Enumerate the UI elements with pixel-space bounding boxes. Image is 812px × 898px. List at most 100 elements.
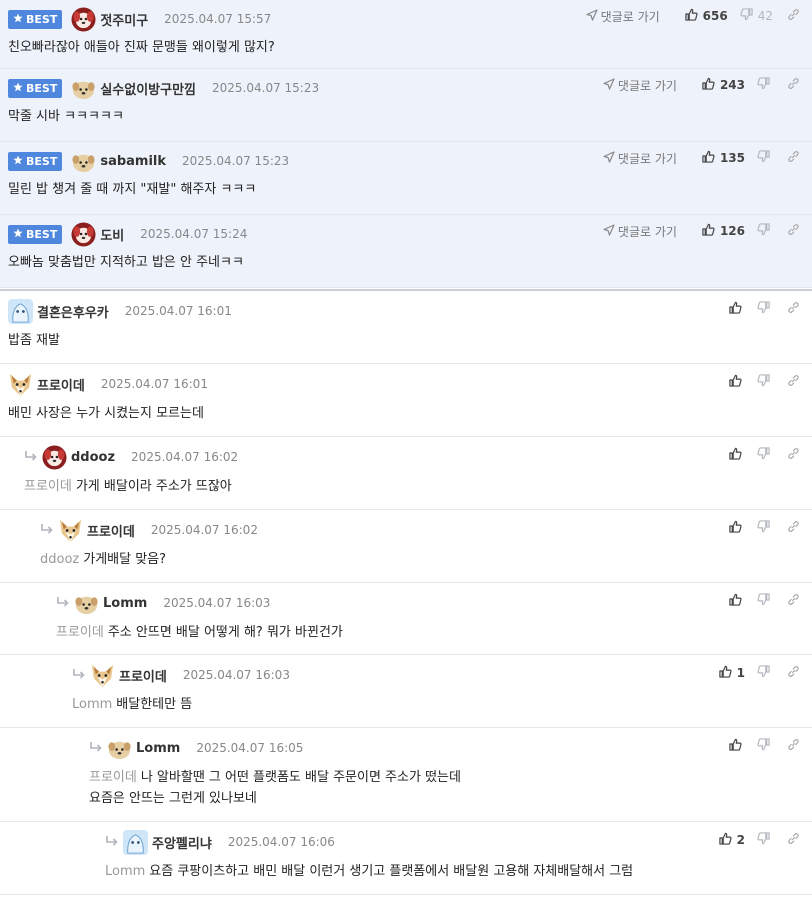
upvote-count: 2 xyxy=(736,833,745,847)
upvote-count: 1 xyxy=(736,666,745,680)
avatar[interactable] xyxy=(42,444,67,470)
downvote-button[interactable] xyxy=(757,738,773,754)
thumbs-down-icon xyxy=(757,447,773,463)
avatar[interactable] xyxy=(8,372,33,397)
share-link-button[interactable] xyxy=(787,374,800,391)
downvote-button[interactable] xyxy=(757,223,773,239)
reply-mention[interactable]: Lomm xyxy=(105,864,145,879)
share-link-button[interactable] xyxy=(787,832,800,849)
goto-comment-link[interactable]: 댓글로 가기 xyxy=(603,77,677,94)
share-link-button[interactable] xyxy=(787,8,800,25)
reply-mention[interactable]: Lomm xyxy=(72,697,112,712)
share-link-button[interactable] xyxy=(787,301,800,318)
comment-time: 2025.04.07 15:23 xyxy=(212,81,320,95)
author-nickname[interactable]: 젓주미구 xyxy=(100,10,148,29)
reply-mention[interactable]: 프로이데 xyxy=(24,479,72,494)
reply-comment: 프로이데 2025.04.07 16:02 ddooz 가게배달 맞음? xyxy=(0,510,812,583)
link-icon xyxy=(787,150,800,167)
comment-time: 2025.04.07 16:02 xyxy=(150,523,258,537)
reply-arrow-icon xyxy=(56,595,72,611)
upvote-button[interactable]: 2 xyxy=(718,832,745,848)
downvote-button[interactable] xyxy=(757,447,773,463)
downvote-button[interactable] xyxy=(757,374,773,390)
upvote-button[interactable] xyxy=(729,301,745,317)
author-nickname[interactable]: 결혼은후우카 xyxy=(37,302,109,321)
share-link-button[interactable] xyxy=(787,77,800,94)
avatar[interactable] xyxy=(123,829,148,855)
reply-arrow-icon xyxy=(40,522,56,538)
reply-arrow-icon xyxy=(24,449,40,465)
goto-comment-link[interactable]: 댓글로 가기 xyxy=(603,223,677,240)
goto-comment-link[interactable]: 댓글로 가기 xyxy=(603,150,677,167)
author-nickname[interactable]: 도비 xyxy=(100,225,124,244)
upvote-button[interactable] xyxy=(729,447,745,463)
comment-actions xyxy=(717,300,800,318)
downvote-button[interactable] xyxy=(757,301,773,317)
avatar[interactable] xyxy=(107,736,132,761)
reply-comment: Lomm 2025.04.07 16:03 프로이데 주소 안뜨면 배달 어떻게 해?… xyxy=(0,583,812,655)
link-icon xyxy=(787,447,800,464)
comment-time: 2025.04.07 16:01 xyxy=(100,377,208,391)
upvote-button[interactable]: 126 xyxy=(702,223,745,239)
best-comment: BEST sabamilk 2025.04.07 15:23 밀린 밥 챙겨 줄 때 … xyxy=(0,142,812,215)
upvote-count: 135 xyxy=(719,151,745,165)
author-nickname[interactable]: Lomm xyxy=(103,596,147,611)
upvote-button[interactable] xyxy=(729,374,745,390)
author-nickname[interactable]: 프로이데 xyxy=(119,666,167,685)
downvote-button[interactable] xyxy=(757,665,773,681)
avatar[interactable] xyxy=(71,221,96,247)
author-nickname[interactable]: Lomm xyxy=(136,741,180,756)
downvote-button[interactable] xyxy=(757,150,773,166)
reply-mention[interactable]: ddooz xyxy=(40,552,79,567)
reply-mention[interactable]: 프로이데 xyxy=(56,625,104,640)
share-link-button[interactable] xyxy=(787,738,800,755)
upvote-button[interactable]: 243 xyxy=(702,77,745,93)
comment: 결혼은후우카 2025.04.07 16:01 밥좀 재발 xyxy=(0,291,812,364)
author-nickname[interactable]: 주앙펠리냐 xyxy=(152,833,212,852)
author-nickname[interactable]: ddooz xyxy=(71,450,115,465)
downvote-button[interactable] xyxy=(757,77,773,93)
avatar[interactable] xyxy=(71,76,96,101)
comment-text: 프로이데 주소 안뜨면 배달 어떻게 해? 뭐가 바뀐건가 xyxy=(56,622,343,643)
comment-time: 2025.04.07 15:24 xyxy=(140,227,248,241)
thumbs-down-icon xyxy=(757,301,773,317)
link-icon xyxy=(787,223,800,240)
goto-comment-link[interactable]: 댓글로 가기 xyxy=(586,8,660,25)
avatar[interactable] xyxy=(8,298,33,324)
thumbs-up-icon xyxy=(718,665,735,681)
upvote-button[interactable] xyxy=(729,520,745,536)
reply-comment: 프로이데 2025.04.07 16:03 Lomm 배달한테만 뜸 1 xyxy=(0,655,812,728)
downvote-button[interactable] xyxy=(757,832,773,848)
upvote-button[interactable]: 1 xyxy=(718,665,745,681)
share-link-button[interactable] xyxy=(787,223,800,240)
downvote-button[interactable] xyxy=(757,520,773,536)
upvote-button[interactable] xyxy=(729,593,745,609)
avatar[interactable] xyxy=(74,591,99,616)
avatar[interactable] xyxy=(71,149,96,174)
avatar[interactable] xyxy=(58,518,83,543)
author-nickname[interactable]: sabamilk xyxy=(100,154,166,169)
avatar[interactable] xyxy=(71,6,96,32)
upvote-button[interactable]: 656 xyxy=(684,8,728,24)
downvote-button[interactable] xyxy=(757,593,773,609)
upvote-count: 126 xyxy=(719,224,745,238)
share-link-button[interactable] xyxy=(787,447,800,464)
upvote-button[interactable]: 135 xyxy=(702,150,745,166)
share-link-button[interactable] xyxy=(787,520,800,537)
author-nickname[interactable]: 프로이데 xyxy=(37,375,85,394)
reply-comment: ddooz 2025.04.07 16:02 프로이데 가게 배달이라 주소가 뜨잖아 xyxy=(0,437,812,510)
share-link-button[interactable] xyxy=(787,665,800,682)
avatar[interactable] xyxy=(90,663,115,688)
reply-mention[interactable]: 프로이데 xyxy=(89,770,137,785)
comment-actions: 2 xyxy=(707,831,800,849)
share-link-button[interactable] xyxy=(787,150,800,167)
downvote-button[interactable]: 42 xyxy=(740,8,773,24)
author-nickname[interactable]: 프로이데 xyxy=(87,521,135,540)
thumbs-down-icon xyxy=(757,520,773,536)
comment-header: Lomm 2025.04.07 16:05 xyxy=(89,736,303,760)
comment-actions: 1 xyxy=(707,664,800,682)
comment-text: 프로이데 나 알바할땐 그 어떤 플랫폼도 배달 주문이면 주소가 떴는데 요즘은 … xyxy=(89,767,461,809)
share-link-button[interactable] xyxy=(787,593,800,610)
upvote-button[interactable] xyxy=(729,738,745,754)
author-nickname[interactable]: 실수없이방구만낌 xyxy=(100,79,196,98)
